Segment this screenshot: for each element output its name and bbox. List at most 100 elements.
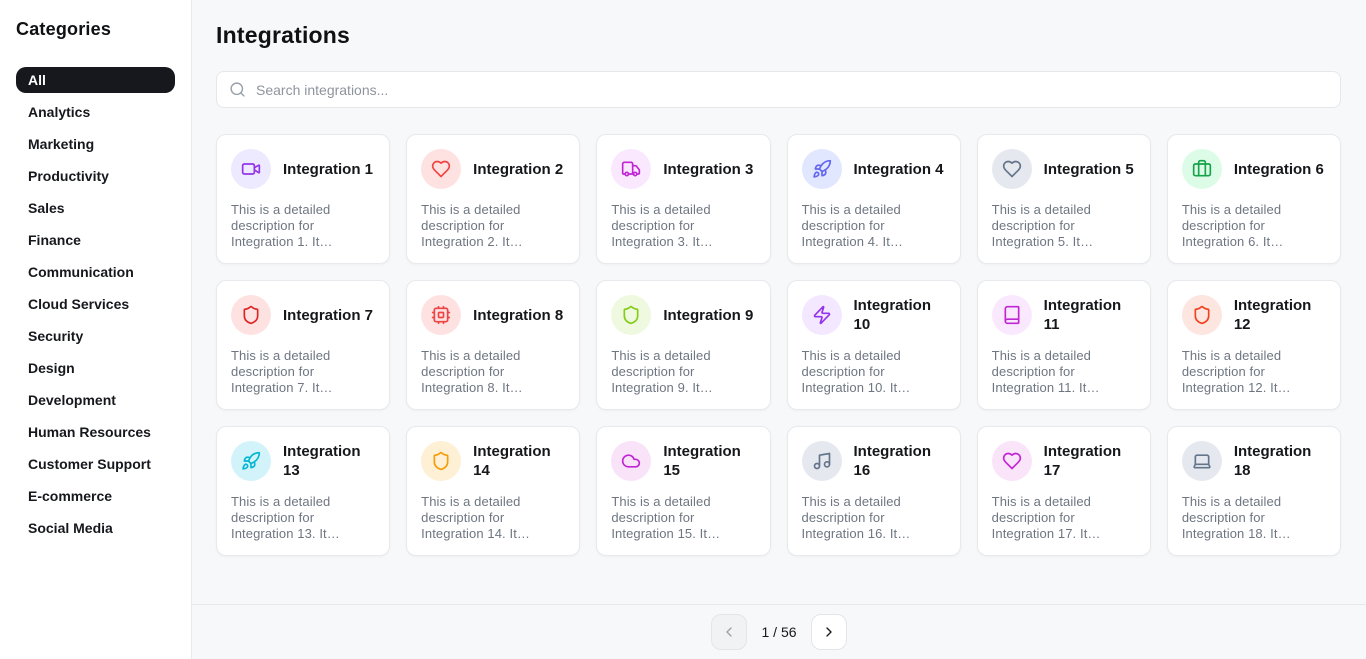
- cloud-icon: [621, 451, 641, 471]
- sidebar-item-label: Social Media: [28, 520, 113, 536]
- laptop-icon: [1192, 451, 1212, 471]
- sidebar-item-label: All: [28, 72, 46, 88]
- sidebar-item-finance[interactable]: Finance: [16, 227, 175, 253]
- integration-card[interactable]: Integration 9 This is a detailed descrip…: [596, 280, 770, 410]
- sidebar-item-label: Development: [28, 392, 116, 408]
- integration-card[interactable]: Integration 1 This is a detailed descrip…: [216, 134, 390, 264]
- integration-title: Integration 8: [473, 306, 563, 325]
- integration-title: Integration 7: [283, 306, 373, 325]
- integration-card[interactable]: Integration 3 This is a detailed descrip…: [596, 134, 770, 264]
- category-list: All Analytics Marketing Productivity Sal…: [16, 67, 175, 541]
- integration-card[interactable]: Integration 7 This is a detailed descrip…: [216, 280, 390, 410]
- pagination: 1 / 56: [192, 604, 1366, 659]
- card-header: Integration 11: [992, 295, 1136, 335]
- chevron-left-icon: [721, 624, 737, 640]
- sidebar-item-design[interactable]: Design: [16, 355, 175, 381]
- sidebar-item-sales[interactable]: Sales: [16, 195, 175, 221]
- integration-title: Integration 9: [663, 306, 753, 325]
- card-header: Integration 6: [1182, 149, 1326, 189]
- sidebar-item-all[interactable]: All: [16, 67, 175, 93]
- integration-title: Integration 1: [283, 160, 373, 179]
- integration-description: This is a detailed description for Integ…: [421, 494, 565, 542]
- integration-title: Integration 6: [1234, 160, 1324, 179]
- sidebar-item-development[interactable]: Development: [16, 387, 175, 413]
- card-icon-circle: [1182, 295, 1222, 335]
- integration-card[interactable]: Integration 5 This is a detailed descrip…: [977, 134, 1151, 264]
- video-icon: [241, 159, 261, 179]
- card-icon-circle: [1182, 149, 1222, 189]
- sidebar-item-analytics[interactable]: Analytics: [16, 99, 175, 125]
- integration-title: Integration 2: [473, 160, 563, 179]
- sidebar-item-label: Cloud Services: [28, 296, 129, 312]
- prev-page-button[interactable]: [711, 614, 747, 650]
- card-header: Integration 9: [611, 295, 755, 335]
- sidebar-item-cloud-services[interactable]: Cloud Services: [16, 291, 175, 317]
- integration-card[interactable]: Integration 15 This is a detailed descri…: [596, 426, 770, 556]
- shield-icon: [241, 305, 261, 325]
- sidebar-item-social-media[interactable]: Social Media: [16, 515, 175, 541]
- integration-card[interactable]: Integration 16 This is a detailed descri…: [787, 426, 961, 556]
- sidebar-title: Categories: [16, 19, 175, 40]
- integration-description: This is a detailed description for Integ…: [992, 494, 1136, 542]
- integration-title: Integration 3: [663, 160, 753, 179]
- sidebar-item-marketing[interactable]: Marketing: [16, 131, 175, 157]
- integration-description: This is a detailed description for Integ…: [611, 494, 755, 542]
- sidebar-item-e-commerce[interactable]: E-commerce: [16, 483, 175, 509]
- sidebar-item-label: Customer Support: [28, 456, 151, 472]
- card-icon-circle: [611, 149, 651, 189]
- search-input[interactable]: [256, 82, 1328, 98]
- integration-card[interactable]: Integration 12 This is a detailed descri…: [1167, 280, 1341, 410]
- integration-card[interactable]: Integration 14 This is a detailed descri…: [406, 426, 580, 556]
- integration-card[interactable]: Integration 10 This is a detailed descri…: [787, 280, 961, 410]
- card-header: Integration 4: [802, 149, 946, 189]
- card-icon-circle: [231, 441, 271, 481]
- zap-icon: [812, 305, 832, 325]
- sidebar-item-productivity[interactable]: Productivity: [16, 163, 175, 189]
- card-icon-circle: [611, 295, 651, 335]
- sidebar-item-security[interactable]: Security: [16, 323, 175, 349]
- integration-card[interactable]: Integration 8 This is a detailed descrip…: [406, 280, 580, 410]
- integration-card[interactable]: Integration 17 This is a detailed descri…: [977, 426, 1151, 556]
- integration-description: This is a detailed description for Integ…: [992, 348, 1136, 396]
- card-icon-circle: [611, 441, 651, 481]
- integration-description: This is a detailed description for Integ…: [231, 202, 375, 250]
- integration-title: Integration 12: [1234, 296, 1326, 334]
- card-icon-circle: [421, 149, 461, 189]
- card-icon-circle: [231, 149, 271, 189]
- shield-icon: [621, 305, 641, 325]
- next-page-button[interactable]: [811, 614, 847, 650]
- chevron-right-icon: [821, 624, 837, 640]
- integration-title: Integration 4: [854, 160, 944, 179]
- card-icon-circle: [992, 149, 1032, 189]
- card-header: Integration 2: [421, 149, 565, 189]
- card-header: Integration 12: [1182, 295, 1326, 335]
- integration-description: This is a detailed description for Integ…: [802, 494, 946, 542]
- integration-card[interactable]: Integration 6 This is a detailed descrip…: [1167, 134, 1341, 264]
- sidebar-item-label: Security: [28, 328, 83, 344]
- shield-icon: [431, 451, 451, 471]
- card-icon-circle: [802, 149, 842, 189]
- card-header: Integration 16: [802, 441, 946, 481]
- sidebar-item-label: Marketing: [28, 136, 94, 152]
- sidebar-item-label: E-commerce: [28, 488, 112, 504]
- card-icon-circle: [992, 295, 1032, 335]
- integration-card[interactable]: Integration 18 This is a detailed descri…: [1167, 426, 1341, 556]
- music-icon: [812, 451, 832, 471]
- sidebar-item-communication[interactable]: Communication: [16, 259, 175, 285]
- sidebar-item-label: Design: [28, 360, 75, 376]
- integration-card[interactable]: Integration 2 This is a detailed descrip…: [406, 134, 580, 264]
- shield-icon: [1192, 305, 1212, 325]
- sidebar-item-human-resources[interactable]: Human Resources: [16, 419, 175, 445]
- book-icon: [1002, 305, 1022, 325]
- sidebar-item-customer-support[interactable]: Customer Support: [16, 451, 175, 477]
- sidebar-item-label: Communication: [28, 264, 134, 280]
- integrations-grid: Integration 1 This is a detailed descrip…: [216, 134, 1341, 556]
- integration-card[interactable]: Integration 4 This is a detailed descrip…: [787, 134, 961, 264]
- integration-card[interactable]: Integration 13 This is a detailed descri…: [216, 426, 390, 556]
- card-header: Integration 1: [231, 149, 375, 189]
- integration-card[interactable]: Integration 11 This is a detailed descri…: [977, 280, 1151, 410]
- card-header: Integration 18: [1182, 441, 1326, 481]
- card-header: Integration 15: [611, 441, 755, 481]
- card-icon-circle: [231, 295, 271, 335]
- search-box[interactable]: [216, 71, 1341, 108]
